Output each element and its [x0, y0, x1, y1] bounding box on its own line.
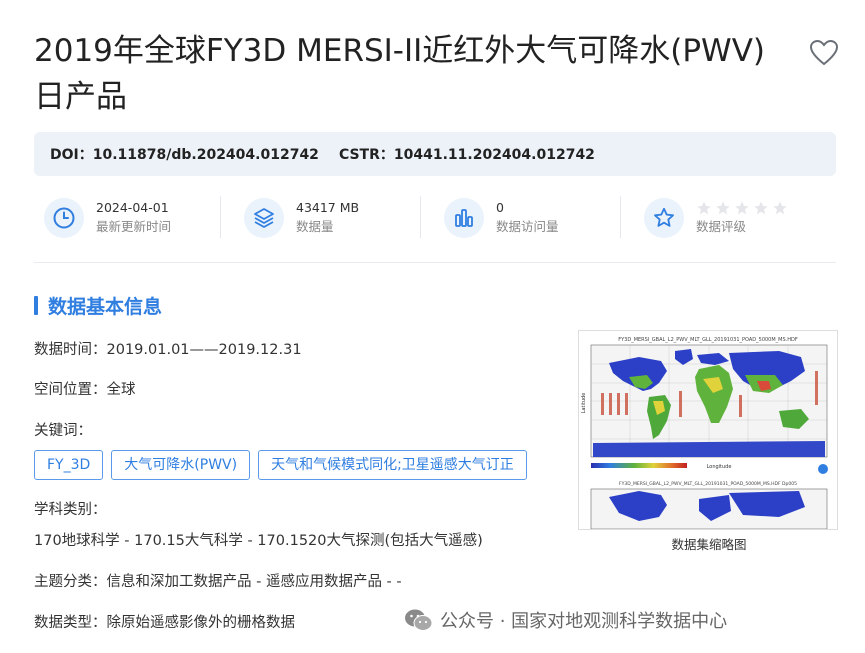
rating-star-icon[interactable] [772, 200, 788, 216]
section-title: 数据基本信息 [34, 292, 162, 318]
stats-row: 2024-04-01 最新更新时间 43417 MB 数据量 0 数据访问量 数… [34, 192, 836, 244]
watermark-text: 公众号 · 国家对地观测科学数据中心 [440, 611, 728, 632]
rating-star-icon[interactable] [715, 200, 731, 216]
topic-category: 主题分类：信息和深加工数据产品 - 遥感应用数据产品 - - [34, 574, 402, 590]
rating-star-icon[interactable] [753, 200, 769, 216]
thumbnail-map-title-2: FY3D_MERSI_GBAL_L2_PWV_MLT_GLL_20191031_… [619, 481, 797, 487]
stat-value: 2024-04-01 [96, 200, 169, 215]
stat-update-time: 2024-04-01 最新更新时间 [34, 192, 234, 244]
stat-rating: 数据评级 [620, 192, 834, 244]
page-title: 2019年全球FY3D MERSI-II近红外大气可降水(PWV)日产品 [34, 33, 766, 115]
wechat-icon [405, 609, 433, 631]
keyword-tags: FY_3D 大气可降水(PWV) 天气和气候模式同化;卫星遥感大气订正 [34, 450, 527, 480]
stat-data-size: 43417 MB 数据量 [220, 192, 434, 244]
stat-label: 数据评级 [696, 219, 747, 234]
favorite-heart-icon[interactable] [809, 39, 839, 66]
thumbnail-map-title: FY3D_MERSI_GBAL_L2_PWV_MLT_GLL_20191031_… [618, 337, 798, 343]
rating-stars[interactable] [696, 199, 788, 217]
stat-label: 最新更新时间 [96, 219, 172, 234]
stat-value: 0 [496, 200, 504, 215]
discipline-label: 学科类别： [34, 502, 107, 518]
thumbnail-caption: 数据集缩略图 [671, 537, 747, 552]
star-icon [644, 198, 684, 238]
stat-visits: 0 数据访问量 [420, 192, 634, 244]
dataset-thumbnail[interactable]: FY3D_MERSI_GBAL_L2_PWV_MLT_GLL_20191031_… [578, 330, 838, 530]
keyword-tag[interactable]: 大气可降水(PWV) [111, 450, 251, 480]
bar-chart-icon [444, 198, 484, 238]
identifier-bar: DOI：10.11878/db.202404.012742 CSTR：10441… [34, 132, 836, 176]
data-time: 数据时间：2019.01.01——2019.12.31 [34, 342, 302, 358]
watermark: 公众号 · 国家对地观测科学数据中心 [404, 606, 727, 634]
rating-star-icon[interactable] [696, 200, 712, 216]
spatial-location: 空间位置：全球 [34, 382, 136, 398]
discipline-value: 170地球科学 - 170.15大气科学 - 170.1520大气探测(包括大气… [34, 533, 483, 549]
layers-icon [244, 198, 284, 238]
keyword-tag[interactable]: 天气和气候模式同化;卫星遥感大气订正 [258, 450, 527, 480]
clock-icon [44, 198, 84, 238]
thumbnail-ylabel: Latitude [581, 393, 587, 414]
stat-label: 数据量 [296, 219, 334, 234]
keywords-label: 关键词： [34, 423, 92, 439]
section-title-text: 数据基本信息 [48, 295, 163, 318]
section-accent-bar [34, 295, 38, 315]
stat-value: 43417 MB [296, 200, 360, 215]
doi-text[interactable]: DOI：10.11878/db.202404.012742 [50, 144, 319, 164]
cstr-text[interactable]: CSTR：10441.11.202404.012742 [339, 144, 595, 164]
rating-star-icon[interactable] [734, 200, 750, 216]
divider [34, 262, 836, 263]
keyword-tag[interactable]: FY_3D [34, 450, 104, 480]
thumbnail-xlabel: Longitude [707, 464, 732, 470]
stat-label: 数据访问量 [496, 219, 559, 234]
data-type: 数据类型：除原始遥感影像外的栅格数据 [34, 615, 295, 631]
